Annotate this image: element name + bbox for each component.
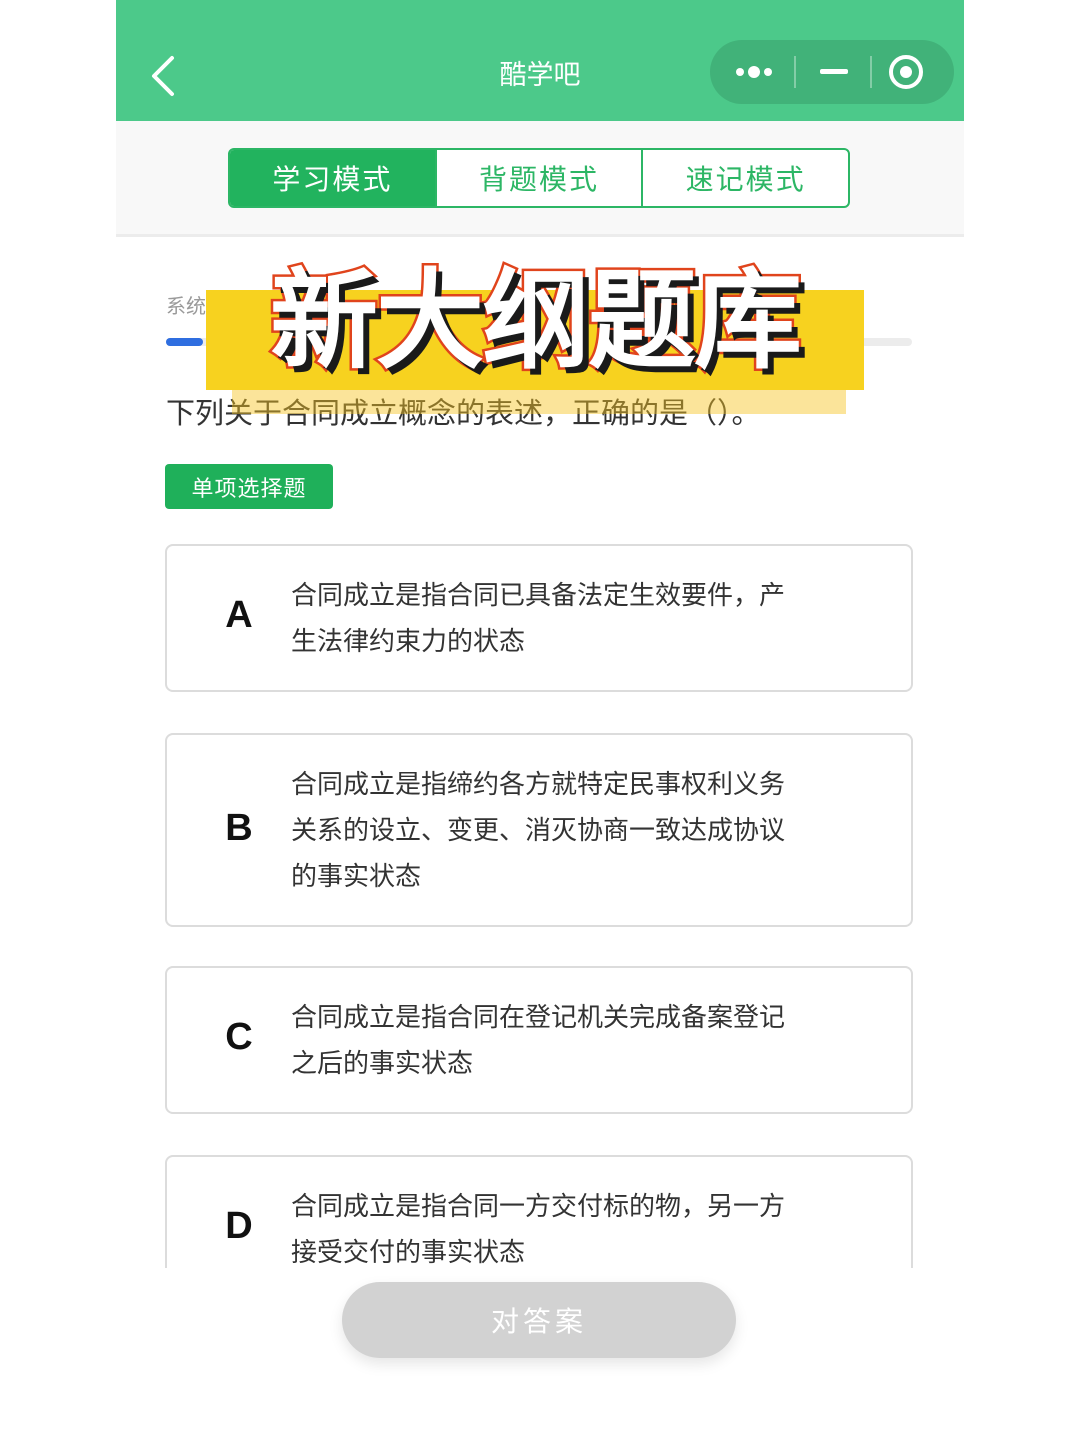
option-text: 合同成立是指合同一方交付标的物，另一方 接受交付的事实状态 [291, 1192, 786, 1268]
app-screen: 酷学吧 学习模式 背题模式 速记模式 系统 下列关于合同成立概念的表述，正确的是… [116, 0, 964, 1440]
option-letter: D [225, 1205, 253, 1247]
divider [116, 234, 964, 237]
close-button[interactable] [886, 52, 926, 92]
progress-fill [166, 338, 203, 346]
question-type-badge: 单项选择题 [165, 464, 333, 509]
option-text: 合同成立是指合同在登记机关完成备案登记 之后的事实状态 [291, 1003, 786, 1079]
mode-tabs: 学习模式 背题模式 速记模式 [228, 148, 850, 208]
option-a[interactable]: A 合同成立是指合同已具备法定生效要件，产 生法律约束力的状态 [165, 544, 913, 692]
minimize-button[interactable] [814, 54, 854, 90]
option-c[interactable]: C 合同成立是指合同在登记机关完成备案登记 之后的事实状态 [165, 966, 913, 1114]
tab-memorize-mode[interactable]: 背题模式 [434, 150, 642, 206]
capsule-divider [870, 56, 872, 88]
more-button[interactable] [732, 54, 776, 90]
tab-quick-recall-mode[interactable]: 速记模式 [641, 150, 848, 206]
option-text: 合同成立是指合同已具备法定生效要件，产 生法律约束力的状态 [291, 581, 786, 657]
tab-study-mode[interactable]: 学习模式 [230, 150, 435, 206]
nav-header: 酷学吧 [116, 0, 964, 121]
mini-program-capsule [710, 40, 954, 104]
option-text: 合同成立是指缔约各方就特定民事权利义务 关系的设立、变更、消灭协商一致达成协议 … [291, 770, 786, 892]
check-answer-button[interactable]: 对答案 [342, 1282, 736, 1358]
progress-label: 系统 [166, 294, 206, 318]
option-letter: A [225, 594, 253, 636]
overlay-title: 新大纲题库 [267, 257, 804, 387]
close-circle-icon [889, 55, 923, 89]
more-dots-icon [736, 66, 772, 78]
option-letter: B [225, 807, 253, 849]
option-b[interactable]: B 合同成立是指缔约各方就特定民事权利义务 关系的设立、变更、消灭协商一致达成协… [165, 733, 913, 927]
mode-tabs-bar: 学习模式 背题模式 速记模式 [116, 121, 964, 234]
minimize-icon [820, 69, 848, 74]
option-letter: C [225, 1016, 253, 1058]
banner-highlight-strip [232, 390, 846, 414]
capsule-divider [794, 56, 796, 88]
